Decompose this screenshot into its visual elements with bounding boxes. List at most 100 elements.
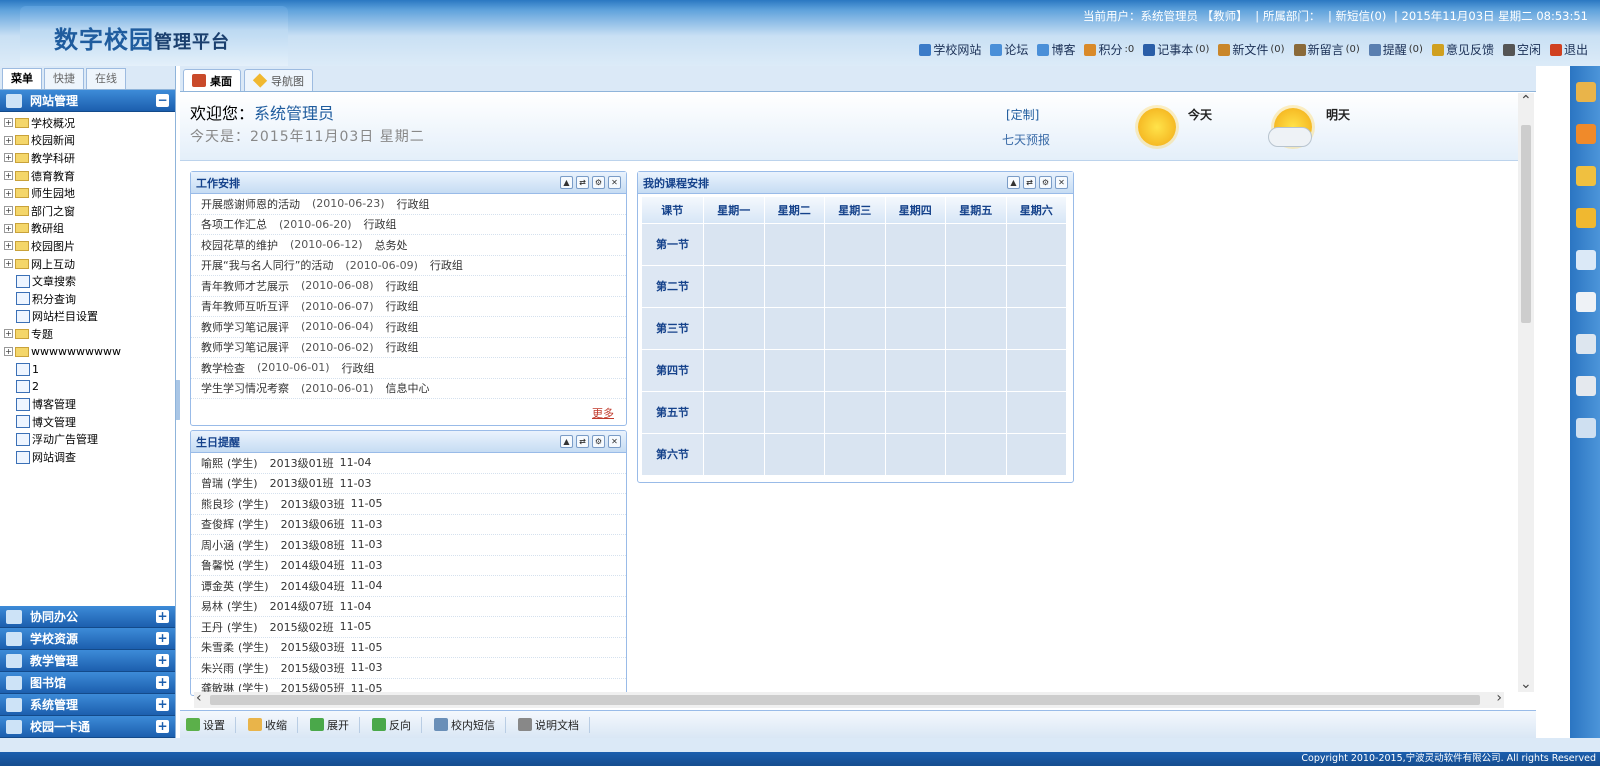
section-item[interactable]: 学校资源 + [0, 628, 175, 650]
expand-icon[interactable]: + [4, 153, 13, 163]
section-item[interactable]: 校园一卡通 + [0, 716, 175, 738]
schedule-cell[interactable] [884, 222, 946, 266]
close-icon[interactable]: ✕ [1055, 176, 1068, 189]
refresh-icon[interactable]: ⇄ [1023, 176, 1036, 189]
eraser-icon[interactable] [1576, 124, 1596, 144]
schedule-cell[interactable] [884, 306, 946, 350]
collapse-icon[interactable]: ▲ [560, 176, 573, 189]
work-item[interactable]: 教师学习笔记展评 (2010-06-02) 行政组 [191, 338, 626, 358]
tree-item[interactable]: 博文管理 [0, 413, 175, 431]
expand-icon[interactable]: + [4, 171, 13, 181]
schedule-cell[interactable] [884, 348, 946, 392]
tree-item[interactable]: 浮动广告管理 [0, 431, 175, 449]
expand-icon[interactable]: + [4, 347, 13, 357]
reverse-button[interactable]: 反向 [372, 716, 422, 733]
collapse-icon[interactable]: − [156, 94, 169, 107]
expand-icon[interactable]: + [4, 188, 13, 198]
tree-item[interactable]: + 校园新闻 [0, 132, 175, 150]
tree-item[interactable]: + wwwwwwwwww [0, 343, 175, 361]
schedule-cell[interactable] [763, 306, 825, 350]
tree-item[interactable]: + 学校概况 [0, 114, 175, 132]
expand-icon[interactable]: + [156, 610, 169, 623]
schedule-cell[interactable] [1005, 264, 1067, 308]
section-item[interactable]: 教学管理 + [0, 650, 175, 672]
schedule-cell[interactable] [763, 222, 825, 266]
close-icon[interactable]: ✕ [608, 176, 621, 189]
schedule-cell[interactable] [884, 264, 946, 308]
expand-icon[interactable]: + [4, 118, 13, 128]
expand-icon[interactable]: + [4, 259, 13, 269]
scroll-left-icon[interactable]: ‹ [196, 690, 202, 706]
schedule-cell[interactable] [945, 306, 1007, 350]
work-item[interactable]: 青年教师才艺展示 (2010-06-08) 行政组 [191, 276, 626, 297]
schedule-cell[interactable] [945, 348, 1007, 392]
expand-icon[interactable]: + [156, 632, 169, 645]
scroll-down-icon[interactable]: ⌄ [1520, 676, 1532, 692]
tree-item[interactable]: + 教学科研 [0, 149, 175, 167]
birthday-item[interactable]: 朱雪柔 (学生) 2015级03班 11-05 [191, 638, 626, 658]
close-icon[interactable]: ✕ [608, 435, 621, 448]
schedule-cell[interactable] [824, 264, 886, 308]
work-item[interactable]: 校园花草的维护 (2010-06-12) 总务处 [191, 235, 626, 256]
work-item[interactable]: 开展感谢师恩的活动 (2010-06-23) 行政组 [191, 194, 626, 215]
schedule-cell[interactable] [763, 390, 825, 434]
tree-item[interactable]: 网站栏目设置 [0, 308, 175, 326]
work-item[interactable]: 学生学习情况考察 (2010-06-01) 信息中心 [191, 379, 626, 399]
tab-shortcut[interactable]: 快捷 [44, 68, 84, 89]
tree-item[interactable]: + 校园图片 [0, 237, 175, 255]
birthday-item[interactable]: 熊良珍 (学生) 2013级03班 11-05 [191, 494, 626, 515]
expand-icon[interactable]: + [4, 206, 13, 216]
schedule-cell[interactable] [945, 390, 1007, 434]
toolbar-points-link[interactable]: 积分:0 [1084, 41, 1134, 58]
work-item[interactable]: 教师学习笔记展评 (2010-06-04) 行政组 [191, 317, 626, 338]
schedule-cell[interactable] [884, 390, 946, 434]
schedule-cell[interactable] [703, 306, 765, 350]
schedule-cell[interactable] [1005, 432, 1067, 476]
toolbar-logout-link[interactable]: 退出 [1549, 41, 1588, 58]
birthday-item[interactable]: 谭金英 (学生) 2014级04班 11-04 [191, 576, 626, 597]
toolbar-file-link[interactable]: 新文件 (0) [1218, 41, 1285, 58]
settings-icon[interactable]: ⚙ [592, 176, 605, 189]
tree-item[interactable]: 网站调查 [0, 448, 175, 466]
schedule-cell[interactable] [763, 348, 825, 392]
work-item[interactable]: 各项工作汇总 (2010-06-20) 行政组 [191, 215, 626, 235]
expand-icon[interactable]: + [4, 241, 13, 251]
download-icon[interactable] [1576, 334, 1596, 354]
expand-icon[interactable]: + [156, 676, 169, 689]
collapse-icon[interactable]: ▲ [560, 435, 573, 448]
schedule-cell[interactable] [824, 348, 886, 392]
refresh-icon[interactable]: ⇄ [576, 435, 589, 448]
toolbar-feedback-link[interactable]: 意见反馈 [1431, 41, 1494, 58]
toolbar-website-link[interactable]: 学校网站 [919, 41, 981, 58]
tab-menu[interactable]: 菜单 [2, 68, 42, 89]
section-item[interactable]: 系统管理 + [0, 694, 175, 716]
tree-item[interactable]: 2 [0, 378, 175, 396]
schedule-cell[interactable] [1005, 222, 1067, 266]
vertical-scroll-thumb[interactable] [1521, 125, 1531, 323]
schedule-cell[interactable] [1005, 348, 1067, 392]
pencil-icon[interactable] [1576, 166, 1596, 186]
scroll-right-icon[interactable]: › [1496, 690, 1502, 706]
section-item[interactable]: 协同办公 + [0, 606, 175, 628]
birthday-item[interactable]: 喻熙 (学生) 2013级01班 11-04 [191, 453, 626, 474]
birthday-item[interactable]: 查俊辉 (学生) 2013级06班 11-03 [191, 515, 626, 535]
expand-icon[interactable]: + [4, 329, 13, 339]
birthday-item[interactable]: 周小涵 (学生) 2013级08班 11-03 [191, 535, 626, 556]
schedule-cell[interactable] [824, 432, 886, 476]
customize-link[interactable]: [定制] [1006, 106, 1039, 123]
schedule-cell[interactable] [703, 264, 765, 308]
more-link[interactable]: 更多 [592, 405, 614, 421]
scroll-up-icon[interactable]: ⌃ [1520, 93, 1532, 109]
toolbar-forum-link[interactable]: 论坛 [990, 41, 1028, 58]
section-item[interactable]: 图书馆 + [0, 672, 175, 694]
schedule-cell[interactable] [824, 306, 886, 350]
toolbar-blog-link[interactable]: 博客 [1037, 41, 1075, 58]
collapse-button[interactable]: 收缩 [248, 716, 298, 733]
expand-icon[interactable]: + [156, 720, 169, 733]
schedule-cell[interactable] [945, 432, 1007, 476]
key-icon[interactable] [1576, 208, 1596, 228]
printer-icon[interactable] [1576, 376, 1596, 396]
birthday-item[interactable]: 曾瑞 (学生) 2013级01班 11-03 [191, 474, 626, 494]
tab-desktop[interactable]: 桌面 [183, 69, 241, 91]
schedule-cell[interactable] [763, 432, 825, 476]
